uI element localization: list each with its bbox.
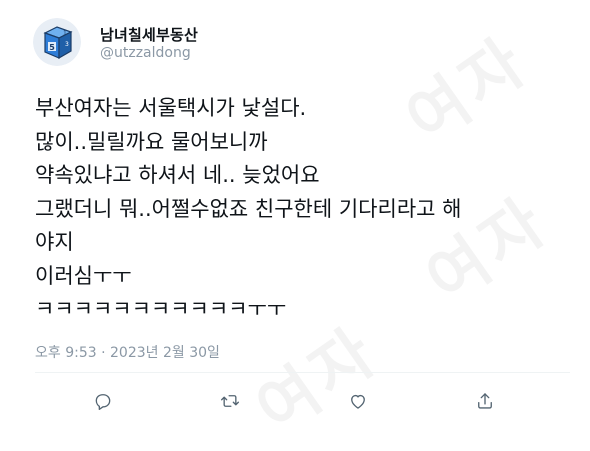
retweet-icon <box>221 395 239 407</box>
divider <box>35 372 570 373</box>
svg-text:3: 3 <box>65 41 69 48</box>
tweet-timestamp[interactable]: 오후 9:53 · 2023년 2월 30일 <box>35 342 220 362</box>
blue-cube-avatar-icon: 5 1 3 <box>33 18 81 66</box>
display-name[interactable]: 남녀칠세부동산 <box>100 24 198 45</box>
tweet-text: 부산여자는 서울택시가 낯설다. 많이..밀릴까요 물어보니까 약속있냐고 하셔… <box>35 96 462 321</box>
heart-icon <box>351 394 365 409</box>
like-button[interactable] <box>343 386 373 416</box>
user-handle[interactable]: @utzzaldong <box>100 45 191 61</box>
svg-text:1: 1 <box>63 30 67 37</box>
share-icon <box>478 393 492 409</box>
action-bar <box>0 386 590 416</box>
avatar[interactable]: 5 1 3 <box>33 18 81 66</box>
tweet-card: 여자 여자 여자 5 1 3 남녀칠세부동산 @utzzaldong 부산여자는… <box>0 0 590 448</box>
reply-button[interactable] <box>88 386 118 416</box>
svg-text:5: 5 <box>49 43 55 52</box>
share-button[interactable] <box>470 386 500 416</box>
reply-icon <box>95 394 111 410</box>
retweet-button[interactable] <box>215 386 245 416</box>
